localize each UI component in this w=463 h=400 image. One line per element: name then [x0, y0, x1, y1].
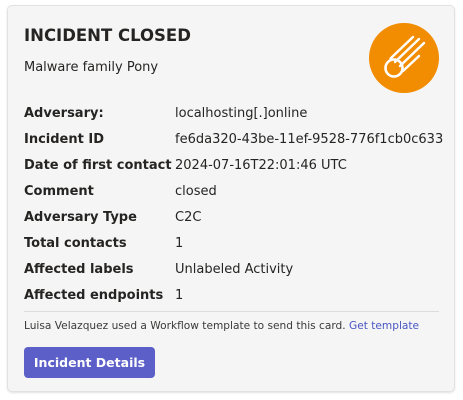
card-subtitle: Malware family Pony [24, 60, 159, 75]
fact-row-affected-endpoints: Affected endpoints 1 [24, 282, 444, 308]
fact-label: Adversary Type [24, 209, 137, 225]
fact-value: localhosting[.]online [175, 105, 308, 121]
fact-row-adversary-type: Adversary Type C2C [24, 204, 444, 230]
fact-row-adversary: Adversary: localhosting[.]online [24, 100, 444, 126]
fact-value: 2024-07-16T22:01:46 UTC [175, 157, 347, 173]
fact-row-incident-id: Incident ID fe6da320-43be-11ef-9528-776f… [24, 126, 444, 152]
fact-value: 1 [175, 287, 184, 303]
card-title: INCIDENT CLOSED [24, 26, 191, 45]
divider [24, 311, 439, 312]
footer-text: Luisa Velazquez used a Workflow template… [24, 320, 346, 332]
get-template-link[interactable]: Get template [349, 320, 419, 332]
fact-label: Total contacts [24, 235, 127, 251]
fact-label: Date of first contact [24, 157, 172, 173]
card-footer: Luisa Velazquez used a Workflow template… [24, 318, 419, 334]
fact-set: Adversary: localhosting[.]online Inciden… [24, 100, 444, 308]
fact-label: Affected endpoints [24, 287, 164, 303]
incident-details-button[interactable]: Incident Details [24, 347, 155, 378]
fact-row-total-contacts: Total contacts 1 [24, 230, 444, 256]
fact-value: Unlabeled Activity [175, 261, 294, 277]
incident-card: INCIDENT CLOSED Malware family Pony Adve… [7, 5, 455, 392]
fact-value: C2C [175, 209, 202, 225]
fact-value: fe6da320-43be-11ef-9528-776f1cb0c633 [175, 131, 444, 147]
fact-value: closed [175, 183, 217, 199]
fact-label: Affected labels [24, 261, 134, 277]
fact-row-comment: Comment closed [24, 178, 444, 204]
fact-label: Comment [24, 183, 94, 199]
fact-value: 1 [175, 235, 184, 251]
fact-label: Incident ID [24, 131, 104, 147]
fact-row-affected-labels: Affected labels Unlabeled Activity [24, 256, 444, 282]
meteor-icon [369, 23, 439, 93]
fact-label: Adversary: [24, 105, 104, 121]
fact-row-first-contact: Date of first contact 2024-07-16T22:01:4… [24, 152, 444, 178]
